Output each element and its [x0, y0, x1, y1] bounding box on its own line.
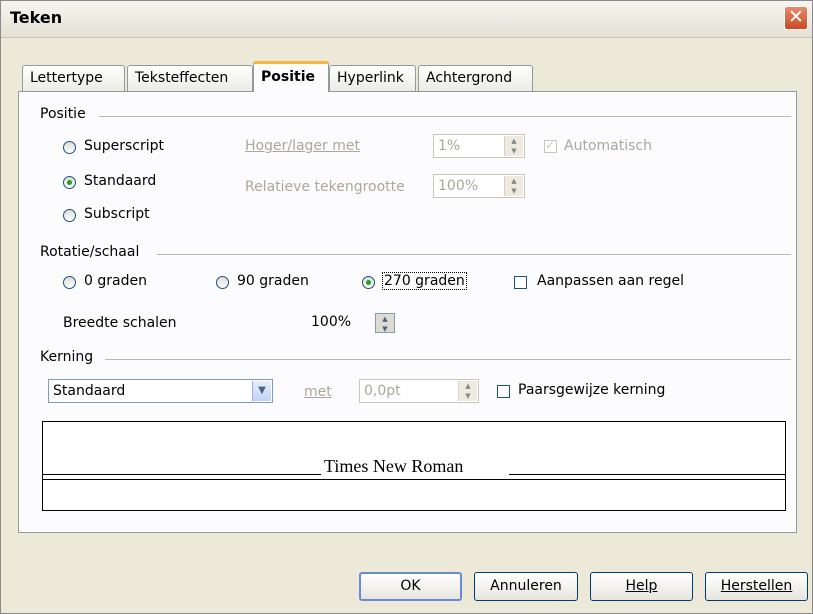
automatisch-checkbox[interactable]: [544, 138, 557, 153]
met-field[interactable]: 0,0pt ▲ ▼: [359, 379, 479, 403]
aanpassen-checkbox[interactable]: [514, 276, 527, 289]
help-button[interactable]: Help: [590, 572, 693, 601]
section-kerning-label: Kerning: [40, 349, 94, 365]
0-graden-label[interactable]: 0 graden: [84, 273, 147, 289]
section-rotatie-label: Rotatie/schaal: [40, 244, 140, 260]
preview-divider: [43, 479, 785, 480]
automatisch-label[interactable]: Automatisch: [564, 138, 652, 154]
preview-text: Times New Roman: [324, 456, 464, 476]
chevron-down-icon[interactable]: ▼: [252, 381, 271, 401]
spin-icon[interactable]: ▲ ▼: [504, 176, 523, 196]
relatieve-tekengrootte-value: 100%: [438, 178, 479, 194]
character-dialog: Teken ✕ Lettertype Teksteffecten Positie…: [0, 0, 813, 614]
annuleren-button[interactable]: Annuleren: [474, 572, 578, 601]
radio-270-graden[interactable]: [362, 276, 375, 289]
font-preview: Times New Roman: [42, 421, 786, 511]
kerning-value: Standaard: [53, 383, 126, 399]
section-divider: [105, 359, 791, 360]
radio-standaard[interactable]: [63, 176, 76, 189]
90-graden-label[interactable]: 90 graden: [237, 273, 309, 289]
aanpassen-label[interactable]: Aanpassen aan regel: [537, 273, 684, 289]
hoger-lager-field[interactable]: 1% ▲ ▼: [433, 134, 525, 158]
spin-icon[interactable]: ▲ ▼: [504, 136, 523, 156]
kerning-combobox[interactable]: Standaard ▼: [48, 379, 273, 403]
radio-subscript[interactable]: [63, 209, 76, 222]
spin-icon[interactable]: ▲ ▼: [458, 381, 477, 401]
section-positie-label: Positie: [40, 106, 86, 122]
section-divider: [99, 116, 791, 117]
breedte-schalen-label: Breedte schalen: [63, 315, 177, 331]
ok-button[interactable]: OK: [359, 572, 462, 601]
baseline-right: [509, 474, 786, 475]
radio-0-graden[interactable]: [63, 276, 76, 289]
spin-icon[interactable]: ▲ ▼: [375, 313, 395, 333]
section-divider: [157, 254, 791, 255]
superscript-label[interactable]: Superscript: [84, 138, 164, 154]
270-graden-label[interactable]: 270 graden: [382, 272, 467, 290]
met-value: 0,0pt: [364, 383, 401, 399]
breedte-schalen-value: 100%: [311, 314, 352, 330]
standaard-label[interactable]: Standaard: [84, 173, 156, 189]
breedte-schalen-field[interactable]: 100% ▲ ▼: [307, 311, 398, 335]
subscript-label[interactable]: Subscript: [84, 206, 150, 222]
paarsgewijze-checkbox[interactable]: [497, 385, 510, 398]
hoger-lager-label: Hoger/lager met: [245, 138, 360, 154]
relatieve-tekengrootte-field[interactable]: 100% ▲ ▼: [433, 174, 525, 198]
met-label: met: [304, 384, 332, 400]
hoger-lager-value: 1%: [438, 138, 461, 154]
radio-superscript[interactable]: [63, 141, 76, 154]
paarsgewijze-label[interactable]: Paarsgewijze kerning: [518, 382, 665, 398]
relatieve-tekengrootte-label: Relatieve tekengrootte: [245, 179, 405, 195]
radio-90-graden[interactable]: [216, 276, 229, 289]
herstellen-button[interactable]: Herstellen: [705, 572, 808, 601]
baseline-left: [43, 474, 321, 475]
